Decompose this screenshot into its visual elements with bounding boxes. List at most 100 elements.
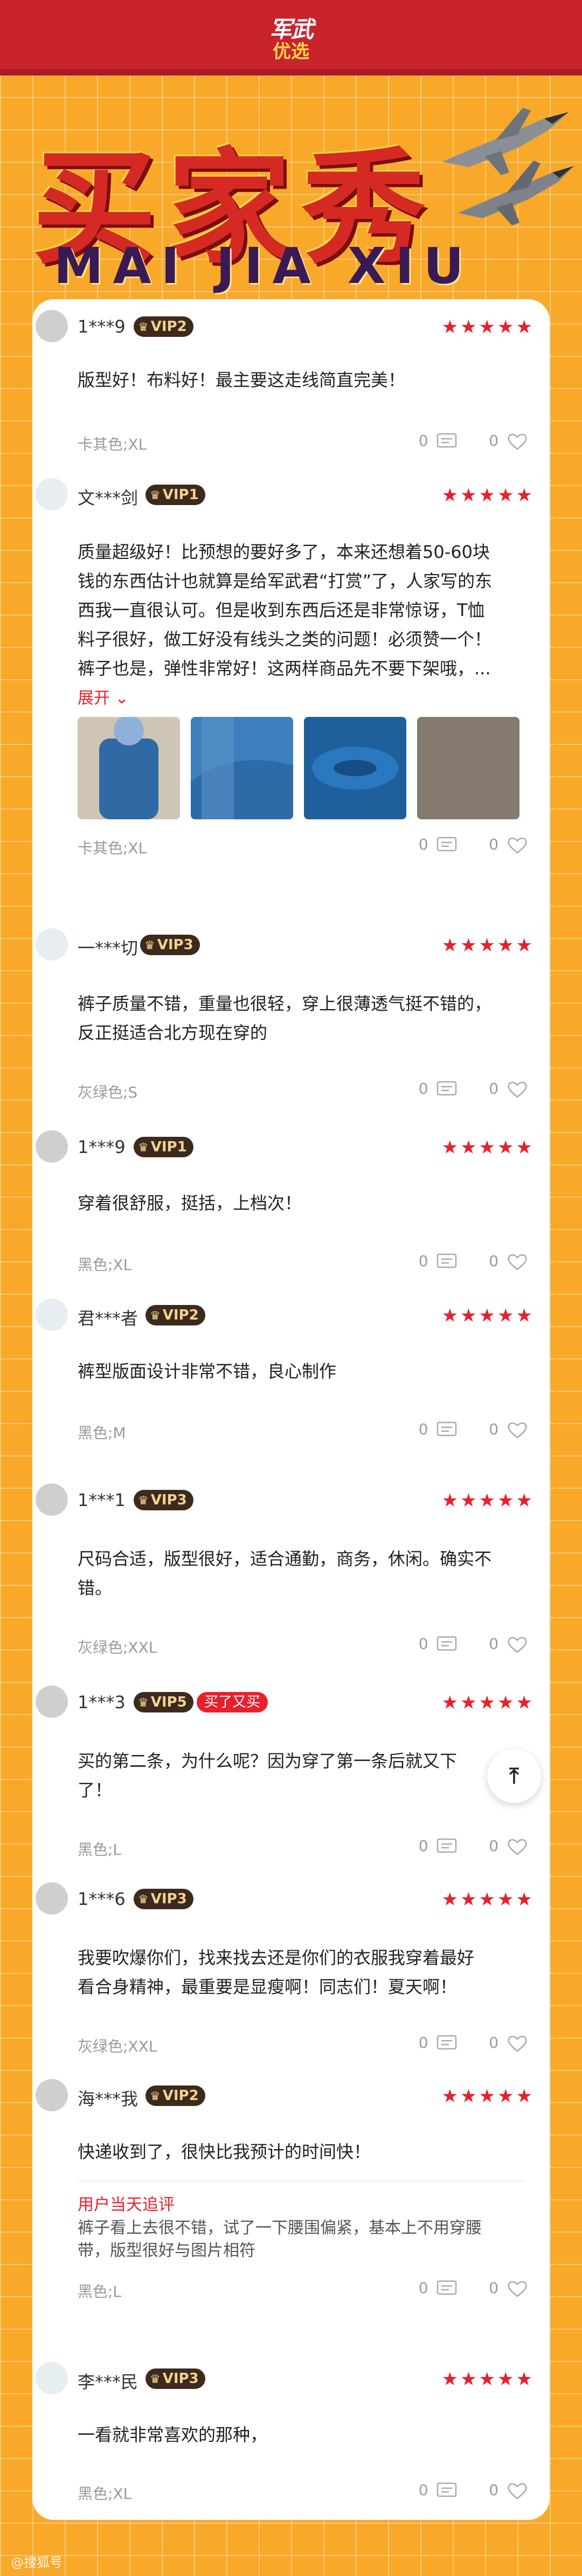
vip-level: VIP3 (157, 937, 193, 953)
review-line: 错。 (78, 1578, 113, 1598)
review-actions: 0 0 (419, 835, 528, 854)
avatar (36, 928, 68, 961)
like-count: 0 (489, 1635, 499, 1653)
sku-label: 黑色;XL (78, 2485, 132, 2503)
like-count: 0 (489, 432, 499, 450)
like-count: 0 (489, 2034, 499, 2052)
expand-label: 展开 (78, 689, 110, 708)
comment-icon[interactable] (436, 1421, 458, 1439)
review-actions: 0 0 (419, 1252, 528, 1271)
back-to-top-button[interactable]: ⤒ (487, 1749, 541, 1803)
heart-icon[interactable] (507, 836, 528, 854)
heart-icon[interactable] (507, 2280, 528, 2298)
crown-icon: ♛ (138, 1141, 149, 1155)
avatar (36, 1882, 68, 1915)
heart-icon[interactable] (507, 1080, 528, 1099)
review-line: 一看就非常喜欢的那种， (78, 2425, 268, 2445)
rating-stars: ★★★★★ (441, 1137, 535, 1158)
comment-count: 0 (418, 1837, 428, 1855)
avatar (36, 1686, 68, 1718)
like-count: 0 (489, 835, 499, 853)
review-text: 快递收到了，很快比我预计的时间快！ (78, 2137, 525, 2166)
sku-label: 黑色;L (78, 1841, 122, 1859)
review-line: 西我一直很认可。但是收到东西后还是非常惊讶，T恤 (78, 600, 485, 620)
review-text: 版型好！布料好！最主要这走线简直完美！ (78, 365, 525, 395)
vip-badge: ♛ VIP3 (146, 2368, 205, 2389)
crown-icon: ♛ (138, 1893, 149, 1907)
heart-icon[interactable] (507, 1253, 528, 1271)
avatar (36, 1130, 68, 1163)
comment-icon[interactable] (436, 2034, 458, 2053)
vip-badge: ♛ VIP3 (134, 1490, 193, 1510)
followup-title: 用户当天追评 (78, 2195, 175, 2214)
arrow-up-icon: ⤒ (509, 1764, 519, 1788)
vip-badge: ♛ VIP2 (146, 2085, 205, 2106)
comment-icon[interactable] (436, 1838, 458, 1856)
comment-icon[interactable] (436, 1080, 458, 1099)
sku-label: 卡其色;XL (78, 839, 147, 857)
reviewer-name: 文***剑 (78, 488, 138, 508)
review-photo[interactable] (417, 717, 519, 819)
review-line: 看合身精神，最重要是显瘦啊！同志们！夏天啊！ (78, 1977, 458, 1997)
crown-icon: ♛ (144, 939, 155, 952)
avatar (36, 2362, 68, 2394)
review-text: 一看就非常喜欢的那种， (78, 2420, 525, 2449)
vip-badge: ♛ VIP3 (140, 935, 200, 955)
vip-badge: ♛ VIP3 (134, 1889, 193, 1909)
sku-label: 黑色;M (78, 1424, 126, 1442)
sku-label: 黑色;XL (78, 1256, 132, 1274)
heart-icon[interactable] (507, 1421, 528, 1439)
review-actions: 0 0 (419, 1635, 528, 1654)
heart-icon[interactable] (507, 1635, 528, 1654)
avatar (36, 1299, 68, 1331)
reviews-card: 1***9 ♛ VIP2 ★★★★★ 版型好！布料好！最主要这走线简直完美！ 卡其… (32, 299, 550, 2520)
review-actions: 0 0 (419, 1837, 528, 1856)
rating-stars: ★★★★★ (441, 1692, 535, 1714)
followup-line: 带，版型很好与图片相符 (78, 2241, 255, 2260)
vip-level: VIP2 (162, 2088, 199, 2104)
review-photo[interactable] (304, 717, 406, 819)
review-text: 买的第二条，为什么呢？因为穿了第一条后就又下 了！ (78, 1746, 525, 1805)
crown-icon: ♛ (138, 1696, 149, 1710)
review-line: 我要吹爆你们，找来找去还是你们的衣服我穿着最好 (78, 1947, 475, 1968)
heart-icon[interactable] (507, 432, 528, 451)
crown-icon: ♛ (150, 1309, 161, 1323)
review-actions: 0 0 (419, 1420, 528, 1439)
comment-icon[interactable] (436, 1253, 458, 1271)
avatar (36, 478, 68, 510)
review-line: 裤子质量不错，重量也很轻，穿上很薄透气挺不错的， (78, 993, 492, 1014)
brand-line1: 军武 (269, 16, 314, 43)
heart-icon[interactable] (507, 2034, 528, 2053)
rating-stars: ★★★★★ (441, 1889, 535, 1910)
review-photo[interactable] (78, 717, 180, 819)
comment-icon[interactable] (436, 2280, 458, 2298)
chevron-down-icon: ⌄ (115, 689, 129, 708)
comment-icon[interactable] (436, 1635, 458, 1654)
comment-icon[interactable] (436, 836, 458, 854)
heart-icon[interactable] (507, 1838, 528, 1856)
expand-link[interactable]: 展开 ⌄ (78, 685, 129, 708)
review-line: 裤型版面设计非常不错，良心制作 (78, 1361, 337, 1382)
review-actions: 0 0 (419, 2279, 528, 2298)
vip-level: VIP1 (162, 487, 199, 503)
comment-icon[interactable] (436, 2482, 458, 2500)
rating-stars: ★★★★★ (441, 2368, 535, 2390)
rating-stars: ★★★★★ (441, 1305, 535, 1327)
review-line: 钱的东西估计也就算是给军武君“打赏”了，人家写的东 (78, 571, 493, 591)
rating-stars: ★★★★★ (441, 316, 535, 338)
reviewer-name: 1***3 (78, 1692, 126, 1712)
comment-icon[interactable] (436, 432, 458, 451)
comment-count: 0 (418, 432, 428, 450)
reviewer-name: 君***者 (78, 1308, 138, 1329)
review-photo[interactable] (191, 717, 293, 819)
review-actions: 0 0 (419, 2034, 528, 2053)
crown-icon: ♛ (138, 321, 149, 334)
vip-badge: ♛ VIP1 (146, 485, 205, 505)
heart-icon[interactable] (507, 2482, 528, 2500)
review-actions: 0 0 (419, 432, 528, 451)
vip-badge: ♛ VIP2 (134, 316, 193, 337)
hero-subtitle: MAI JIA XIU (54, 237, 474, 295)
like-count: 0 (489, 1080, 499, 1097)
comment-count: 0 (418, 2481, 428, 2499)
fighter-jet-icon (458, 161, 574, 225)
